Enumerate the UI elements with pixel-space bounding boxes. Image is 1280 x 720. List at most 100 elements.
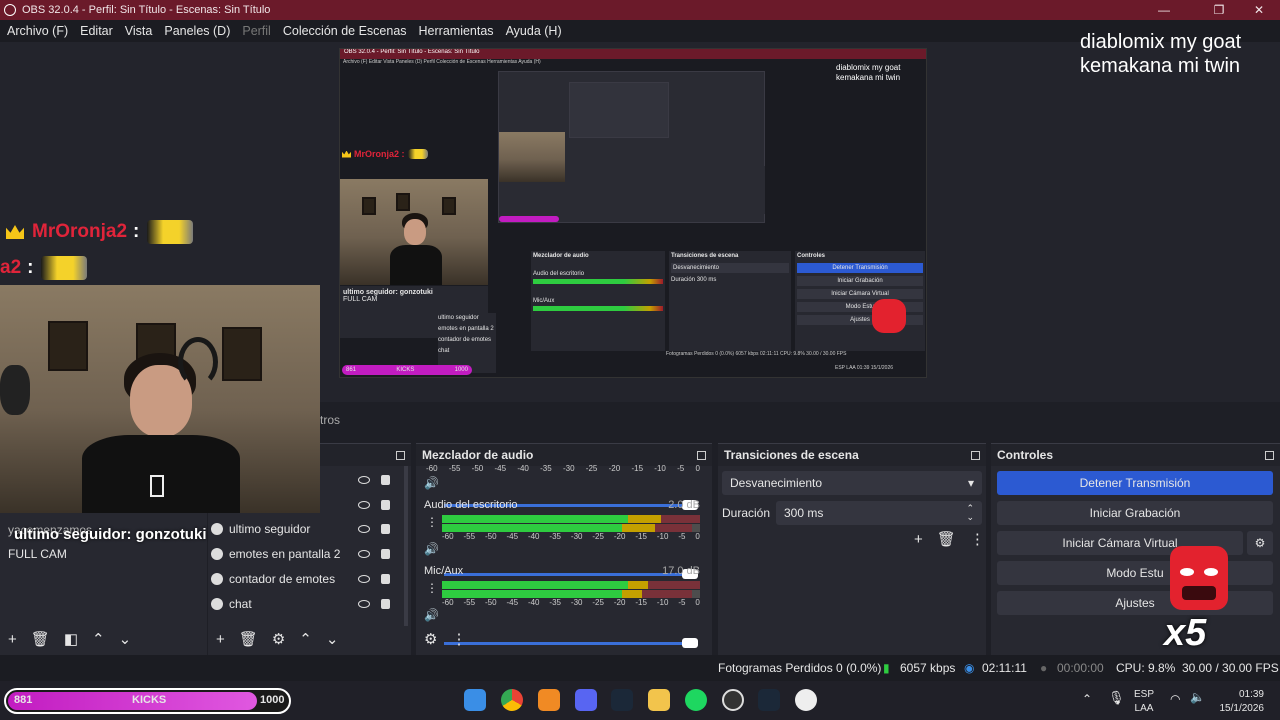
source-emotes-pantalla[interactable]: emotes en pantalla 2 <box>208 541 403 566</box>
trash-icon[interactable]: 🗑 <box>937 530 956 548</box>
undock-icon[interactable] <box>1265 450 1274 460</box>
sources-list: ultimo seguidor emotes en pantalla 2 con… <box>208 516 403 616</box>
mixer-top-scale: -60 -55 -50 -45 -40 -35 -30 -25 -20 -15 -10 -5 0 <box>426 464 700 473</box>
file-explorer-icon[interactable] <box>648 689 670 711</box>
nested-angry-emote <box>872 299 906 333</box>
minion-emote-icon <box>147 220 194 244</box>
tab-fragment[interactable]: tros <box>320 413 340 427</box>
undock-icon[interactable] <box>697 450 706 460</box>
desktop-audio-db: 2.0 dB <box>668 499 700 511</box>
start-recording-button[interactable]: Iniciar Grabación <box>997 501 1273 525</box>
studio-mode-button[interactable]: Modo Estu <box>997 561 1273 585</box>
volume-icon[interactable]: 🔊 <box>424 542 439 556</box>
add-icon[interactable]: + <box>216 631 225 648</box>
transitions-toolbar: + 🗑 ⋮ <box>914 530 999 549</box>
transitions-dock: Transiciones de escena Desvanecimiento ▾ … <box>718 443 986 655</box>
add-icon[interactable]: + <box>914 531 923 548</box>
controls-dock: Controles Detener Transmisión Iniciar Gr… <box>991 443 1280 655</box>
close-button[interactable]: ✕ <box>1241 0 1277 20</box>
mic-volume-slider[interactable] <box>444 638 698 648</box>
soccer-ball-icon[interactable] <box>795 689 817 711</box>
chat-message-2: a2 : <box>0 256 88 280</box>
eye-icon[interactable] <box>358 501 370 509</box>
discord-icon[interactable] <box>575 689 597 711</box>
eye-icon[interactable] <box>358 549 370 558</box>
kebab-menu-icon[interactable]: ⋮ <box>426 581 438 595</box>
settings-button[interactable]: Ajustes <box>997 591 1273 615</box>
duration-input[interactable]: 300 ms ⌃ ⌄ <box>776 501 982 525</box>
menu-paneles[interactable]: Paneles (D) <box>164 24 230 38</box>
lock-icon[interactable] <box>381 500 390 510</box>
maximize-button[interactable]: ❐ <box>1201 0 1237 20</box>
settings-icon[interactable]: ⚙ <box>424 630 437 648</box>
microphone-icon[interactable]: 🎙 <box>1108 690 1125 706</box>
status-bar: Fotogramas Perdidos 0 (0.0%) ▮ 6057 kbps… <box>0 655 1280 681</box>
kebab-menu-icon[interactable]: ⋮ <box>970 530 985 548</box>
chrome-icon[interactable] <box>501 689 523 711</box>
lock-icon[interactable] <box>381 475 390 485</box>
desktop-audio-label: Audio del escritorio <box>424 499 518 511</box>
lock-icon[interactable] <box>381 573 390 584</box>
sources-scrollbar[interactable] <box>404 466 408 626</box>
steam-icon[interactable] <box>611 689 633 711</box>
windows-start-icon[interactable] <box>464 689 486 711</box>
menu-vista[interactable]: Vista <box>125 24 153 38</box>
speaker-icon[interactable]: 🔈 <box>1190 690 1205 704</box>
virtual-cam-gear-icon[interactable]: ⚙ <box>1247 531 1273 555</box>
fl-studio-icon[interactable] <box>538 689 560 711</box>
desktop-audio-header: Audio del escritorio 2.0 dB <box>424 499 700 511</box>
trash-icon[interactable]: 🗑 <box>239 630 258 648</box>
gear-icon[interactable]: ⚙ <box>272 630 285 648</box>
eye-icon[interactable] <box>358 574 370 583</box>
eye-icon[interactable] <box>358 524 370 533</box>
steam-2-icon[interactable] <box>758 689 780 711</box>
chevron-down-icon[interactable]: ⌄ <box>119 630 132 648</box>
lock-icon[interactable] <box>381 598 390 609</box>
obs-taskbar-icon[interactable] <box>722 689 744 711</box>
menu-ayuda[interactable]: Ayuda (H) <box>506 24 562 38</box>
scene-item-full-cam[interactable]: FULL CAM <box>8 547 67 561</box>
kebab-menu-icon[interactable]: ⋮ <box>451 630 466 648</box>
filter-icon[interactable]: ◧ <box>64 630 78 648</box>
source-chat[interactable]: chat <box>208 591 403 616</box>
angry-face-icon <box>1170 546 1228 610</box>
nested-sources: ultimo seguidor emotes en pantalla 2 con… <box>438 313 496 373</box>
chevron-up-icon[interactable]: ⌃ <box>92 630 105 648</box>
language-indicator[interactable]: ESP LAA <box>1134 688 1154 716</box>
undock-icon[interactable] <box>396 450 405 460</box>
add-icon[interactable]: + <box>8 631 17 648</box>
chevron-up-icon[interactable]: ⌃ <box>299 630 312 648</box>
transition-select[interactable]: Desvanecimiento ▾ <box>722 471 982 495</box>
wifi-icon[interactable]: ◠ <box>1170 692 1180 706</box>
spotify-icon[interactable] <box>685 689 707 711</box>
trash-icon[interactable]: 🗑 <box>31 630 50 648</box>
lock-icon[interactable] <box>381 523 390 534</box>
source-ultimo-seguidor[interactable]: ultimo seguidor <box>208 516 403 541</box>
clock[interactable]: 01:39 15/1/2026 <box>1214 688 1265 716</box>
kebab-menu-icon[interactable]: ⋮ <box>426 515 438 529</box>
mixer-toolbar: ⚙ ⋮ <box>424 630 480 648</box>
kicks-label: KICKS <box>132 694 167 706</box>
minimize-button[interactable]: — <box>1146 0 1182 20</box>
menu-coleccion-escenas[interactable]: Colección de Escenas <box>283 24 407 38</box>
source-contador-emotes[interactable]: contador de emotes <box>208 566 403 591</box>
chevron-up-icon[interactable]: ⌃ <box>1082 692 1092 706</box>
stop-stream-button[interactable]: Detener Transmisión <box>997 471 1273 495</box>
eye-icon[interactable] <box>358 599 370 608</box>
mic-audio-db: 17.0 dB <box>662 565 700 577</box>
undock-icon[interactable] <box>971 450 980 460</box>
volume-icon[interactable]: 🔊 <box>424 608 439 622</box>
volume-icon[interactable]: 🔊 <box>424 476 439 490</box>
menu-archivo[interactable]: Archivo (F) <box>7 24 68 38</box>
chevron-down-icon[interactable]: ⌄ <box>326 630 339 648</box>
record-icon: ● <box>1040 661 1048 675</box>
signal-icon: ▮ <box>883 661 890 675</box>
menu-herramientas[interactable]: Herramientas <box>419 24 494 38</box>
controls-title: Controles <box>997 448 1054 462</box>
eye-icon[interactable] <box>358 476 370 484</box>
menu-editar[interactable]: Editar <box>80 24 113 38</box>
minion-emote-icon <box>41 256 88 280</box>
nested-transitions: Transiciones de escena Desvanecimiento D… <box>669 251 791 351</box>
menu-perfil[interactable]: Perfil <box>242 24 270 38</box>
lock-icon[interactable] <box>381 548 390 559</box>
